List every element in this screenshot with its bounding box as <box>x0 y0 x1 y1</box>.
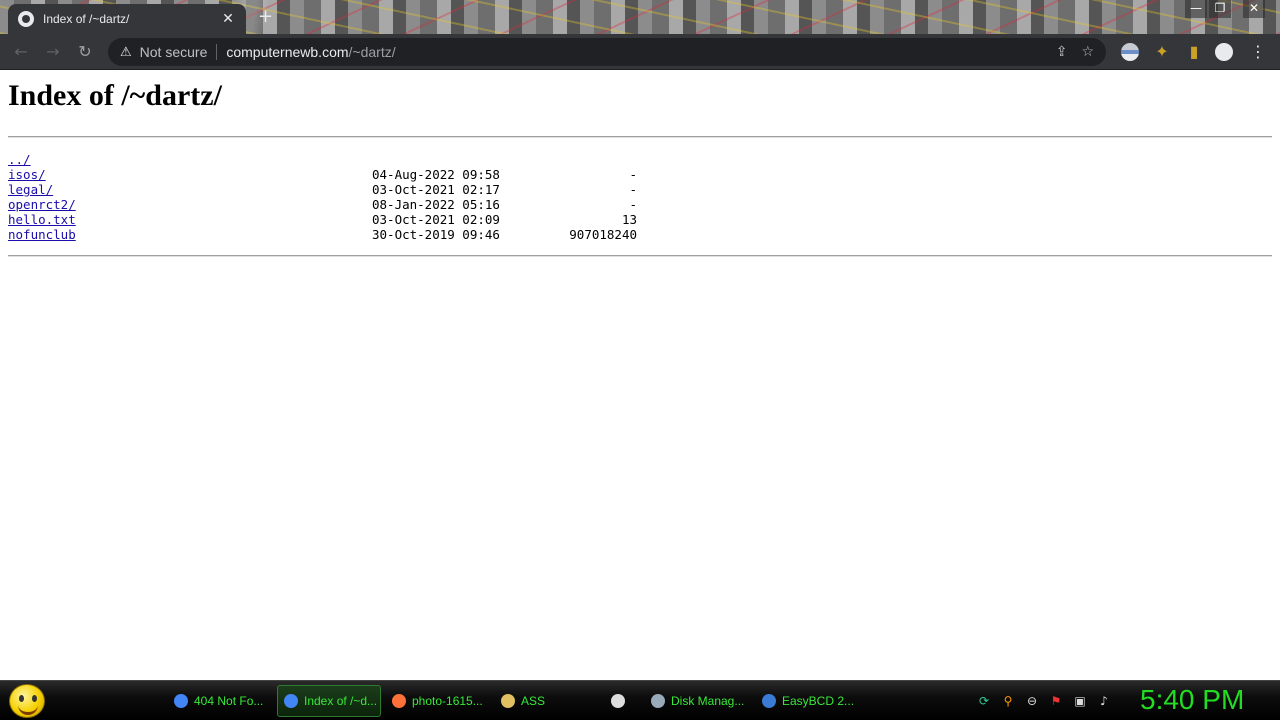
warning-icon[interactable]: ⚠ <box>120 45 132 60</box>
easybcd-icon <box>762 694 776 708</box>
file-link[interactable]: openrct2/ <box>8 197 76 212</box>
back-button[interactable]: ← <box>8 39 34 65</box>
page-title: Index of /~dartz/ <box>8 79 222 112</box>
taskbar-button-label: photo-1615... <box>412 694 483 708</box>
taskbar-button[interactable]: Disk Manag... <box>645 685 749 717</box>
browser-toolbar: ← → ↻ ⚠ Not secure computernewb.com /~da… <box>0 34 1280 70</box>
file-date: 03-Oct-2021 02:09 <box>372 212 500 227</box>
network-tray-icon[interactable]: ▣ <box>1073 694 1087 708</box>
url-path[interactable]: /~dartz/ <box>349 44 396 60</box>
clock[interactable]: 5:40 PM <box>1140 684 1244 716</box>
menu-kebab-icon[interactable]: ⋮ <box>1245 39 1271 65</box>
search-tray-icon[interactable]: ⚲ <box>1001 694 1015 708</box>
reload-button[interactable]: ↻ <box>72 39 98 65</box>
new-tab-button[interactable]: + <box>258 6 273 27</box>
minimize-button[interactable]: — <box>1185 0 1207 18</box>
file-link[interactable]: ../ <box>8 152 31 167</box>
taskbar-button-label: Index of /~d... <box>304 694 378 708</box>
share-icon[interactable]: ⇪ <box>1056 44 1068 60</box>
taskbar-button[interactable]: photo-1615... <box>386 685 490 717</box>
top-divider <box>8 136 1272 138</box>
window-close-button[interactable]: ✕ <box>1243 0 1265 18</box>
side-panel-icon[interactable]: ▮ <box>1181 39 1207 65</box>
file-size: - <box>629 182 637 197</box>
restore-button[interactable]: ❐ <box>1209 0 1231 18</box>
no-entry-tray-icon[interactable]: ⊖ <box>1025 694 1039 708</box>
tab-favicon-icon <box>18 11 34 27</box>
chrome-icon <box>174 694 188 708</box>
taskbar-button-label: EasyBCD 2... <box>782 694 855 708</box>
volume-icon[interactable]: ♪ <box>1097 694 1111 708</box>
file-link[interactable]: isos/ <box>8 167 46 182</box>
address-divider <box>216 44 218 60</box>
taskbar-button[interactable]: ASS <box>495 685 599 717</box>
taskbar-button-label: 404 Not Fo... <box>194 694 264 708</box>
disk-management-icon <box>651 694 665 708</box>
bottom-divider <box>8 255 1272 257</box>
file-size: 13 <box>621 212 637 227</box>
flag-tray-icon[interactable]: ⚑ <box>1049 694 1063 708</box>
file-link[interactable]: legal/ <box>8 182 53 197</box>
taskbar-button[interactable]: Index of /~d... <box>277 685 381 717</box>
taskbar-button[interactable] <box>605 685 639 717</box>
url-host[interactable]: computernewb.com <box>226 44 348 60</box>
tab-close-icon[interactable]: ✕ <box>220 11 236 27</box>
chrome-icon <box>284 694 298 708</box>
file-date: 03-Oct-2021 02:17 <box>372 182 500 197</box>
page-content: Index of /~dartz/ ../isos/04-Aug-2022 09… <box>0 71 1280 679</box>
file-size: - <box>629 197 637 212</box>
tab-title: Index of /~dartz/ <box>43 12 130 26</box>
file-size: 907018240 <box>569 227 637 242</box>
browser-tab[interactable]: Index of /~dartz/ ✕ <box>8 4 246 34</box>
extensions-puzzle-icon[interactable]: ✦ <box>1149 39 1175 65</box>
file-link[interactable]: nofunclub <box>8 227 76 242</box>
bookmark-star-icon[interactable]: ☆ <box>1081 44 1094 60</box>
7zip-icon <box>611 694 625 708</box>
firefox-icon <box>392 694 406 708</box>
file-size: - <box>629 167 637 182</box>
forward-button[interactable]: → <box>40 39 66 65</box>
network-sync-icon[interactable]: ⟳ <box>977 694 991 708</box>
extension-flag-icon[interactable] <box>1121 43 1139 61</box>
profile-avatar-icon[interactable] <box>1215 43 1233 61</box>
address-bar[interactable]: ⚠ Not secure computernewb.com /~dartz/ ⇪… <box>108 38 1106 66</box>
security-label[interactable]: Not secure <box>140 44 208 60</box>
file-date: 08-Jan-2022 05:16 <box>372 197 500 212</box>
taskbar-button[interactable]: 404 Not Fo... <box>168 685 272 717</box>
file-link[interactable]: hello.txt <box>8 212 76 227</box>
document-icon <box>501 694 515 708</box>
taskbar: 404 Not Fo... Index of /~d... photo-1615..… <box>0 680 1280 720</box>
taskbar-button[interactable]: EasyBCD 2... <box>756 685 860 717</box>
title-bar: Index of /~dartz/ ✕ + — ❐ ✕ <box>0 0 1280 34</box>
start-button-smiley-icon[interactable] <box>9 684 45 718</box>
file-date: 30-Oct-2019 09:46 <box>372 227 500 242</box>
file-date: 04-Aug-2022 09:58 <box>372 167 500 182</box>
taskbar-button-label: Disk Manag... <box>671 694 745 708</box>
taskbar-button-label: ASS <box>521 694 546 708</box>
address-actions: ⇪ ☆ <box>1056 44 1094 60</box>
